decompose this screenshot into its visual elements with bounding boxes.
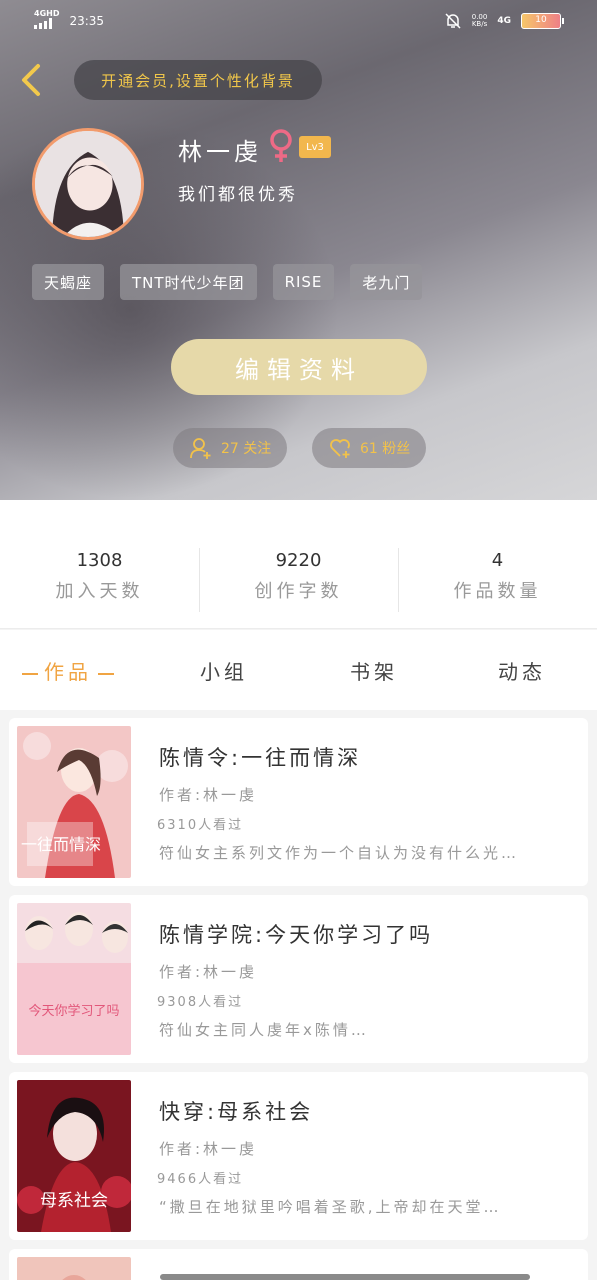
network-speed-unit: KB/s — [471, 20, 488, 28]
back-button[interactable] — [14, 60, 50, 100]
network-type-label: 4GHD — [34, 9, 60, 18]
work-title: 快穿:母系社会 — [159, 1100, 314, 1124]
works-list: 一往而情深 陈情令:一往而情深 作者:林一虔 6310人看过 符仙女主系列文作为… — [0, 710, 597, 1280]
stat-label: 作品数量 — [453, 581, 542, 602]
signature: 我们都很优秀 — [178, 185, 298, 205]
work-card[interactable]: 母系社会 快穿:母系社会 作者:林一虔 9466人看过 “撒旦在地狱里吟唱着圣歌… — [9, 1072, 588, 1240]
work-views: 9308人看过 — [157, 995, 244, 1010]
cover-title: 今天你学习了吗 — [28, 1003, 119, 1019]
battery-icon: 10 — [521, 13, 564, 29]
clock: 23:35 — [69, 14, 105, 28]
work-description: 符仙女主同人虔年x陈情… — [159, 1021, 369, 1039]
level-badge: Lv3 — [299, 136, 331, 158]
work-description: “撒旦在地狱里吟唱着圣歌,上帝却在天堂… — [159, 1198, 502, 1216]
profile-stats: 1308 加入天数 9220 创作字数 4 作品数量 — [0, 500, 597, 629]
work-author: 作者:林一虔 — [159, 1140, 258, 1158]
stat-value: 9220 — [275, 550, 322, 571]
tab-indicator-left — [22, 672, 38, 675]
tag-item[interactable]: 老九门 — [350, 264, 423, 300]
work-views: 6310人看过 — [157, 818, 244, 833]
avatar-image — [35, 131, 141, 237]
vip-background-prompt[interactable]: 开通会员,设置个性化背景 — [74, 60, 322, 100]
work-card[interactable]: 今天你学习了吗 陈情学院:今天你学习了吗 作者:林一虔 9308人看过 符仙女主… — [9, 895, 588, 1063]
status-right: 0.00 KB/s 4G 10 — [444, 12, 564, 30]
tab-label: 动态 — [498, 660, 546, 684]
home-indicator[interactable] — [160, 1274, 530, 1280]
fans-button[interactable]: 61 粉丝 — [312, 428, 427, 468]
work-author: 作者:林一虔 — [159, 786, 258, 804]
status-bar: 4GHD 23:35 0.00 KB/s 4G 10 — [0, 0, 597, 46]
tab-groups[interactable]: 小组 — [200, 656, 248, 685]
tab-bookshelf[interactable]: 书架 — [350, 656, 398, 685]
user-add-icon — [190, 438, 211, 459]
book-cover: 今天你学习了吗 — [17, 903, 131, 1055]
network-4g-label: 4G — [497, 16, 511, 26]
work-title: 陈情令:一往而情深 — [159, 746, 362, 770]
tag-item[interactable]: TNT时代少年团 — [120, 264, 257, 300]
tag-item[interactable]: 天蝎座 — [32, 264, 105, 300]
stat-join-days: 1308 加入天数 — [0, 550, 199, 603]
tag-item[interactable]: RISE — [272, 264, 335, 300]
signal-bars-icon — [34, 18, 52, 29]
book-cover-image: 母系社会 — [17, 1080, 131, 1232]
following-button[interactable]: 27 关注 — [173, 428, 288, 468]
work-description: 符仙女主系列文作为一个自认为没有什么光… — [159, 844, 520, 862]
tab-works[interactable]: 作品 — [16, 656, 120, 685]
heart-add-icon — [330, 439, 350, 458]
following-count: 27 关注 — [221, 441, 272, 457]
book-cover-image: 一往而情深 — [17, 726, 131, 878]
stat-value: 4 — [491, 550, 504, 571]
work-views: 9466人看过 — [157, 1172, 244, 1187]
stat-works-count: 4 作品数量 — [398, 550, 597, 603]
fans-count: 61 粉丝 — [360, 441, 411, 457]
profile-header: 4GHD 23:35 0.00 KB/s 4G 10 开通会员,设置个性化背景 — [0, 0, 597, 500]
edit-profile-button[interactable]: 编辑资料 — [171, 339, 427, 395]
cover-title: 一往而情深 — [21, 835, 101, 854]
work-author: 作者:林一虔 — [159, 963, 258, 981]
stat-label: 加入天数 — [55, 581, 144, 602]
avatar[interactable] — [32, 128, 144, 240]
network-speed: 0.00 KB/s — [472, 14, 488, 28]
interest-tags: 天蝎座 TNT时代少年团 RISE 老九门 — [32, 264, 423, 300]
stat-label: 创作字数 — [254, 581, 343, 602]
book-cover-image: 今天你学习了吗 — [17, 903, 131, 1055]
cover-title: 母系社会 — [40, 1191, 108, 1211]
book-cover: 一往而情深 — [17, 726, 131, 878]
mute-bell-icon — [445, 13, 461, 29]
tab-indicator-right — [98, 672, 114, 675]
chevron-left-icon — [22, 64, 40, 96]
book-cover — [17, 1257, 131, 1280]
tab-activity[interactable]: 动态 — [498, 656, 546, 685]
stat-word-count: 9220 创作字数 — [199, 550, 398, 603]
work-title: 陈情学院:今天你学习了吗 — [159, 923, 434, 947]
book-cover-image — [17, 1257, 131, 1280]
book-cover: 母系社会 — [17, 1080, 131, 1232]
battery-level: 10 — [535, 15, 547, 25]
tab-label: 书架 — [350, 660, 398, 684]
tab-label: 小组 — [200, 660, 248, 684]
username: 林一虔 — [178, 138, 262, 166]
signal-indicator: 4GHD — [34, 10, 59, 32]
stat-value: 1308 — [76, 550, 123, 571]
female-gender-icon — [270, 129, 292, 162]
profile-tabs: 作品 小组 书架 动态 — [0, 630, 597, 710]
tab-label: 作品 — [44, 660, 92, 684]
status-left: 4GHD 23:35 — [34, 10, 104, 32]
work-card[interactable]: 一往而情深 陈情令:一往而情深 作者:林一虔 6310人看过 符仙女主系列文作为… — [9, 718, 588, 886]
